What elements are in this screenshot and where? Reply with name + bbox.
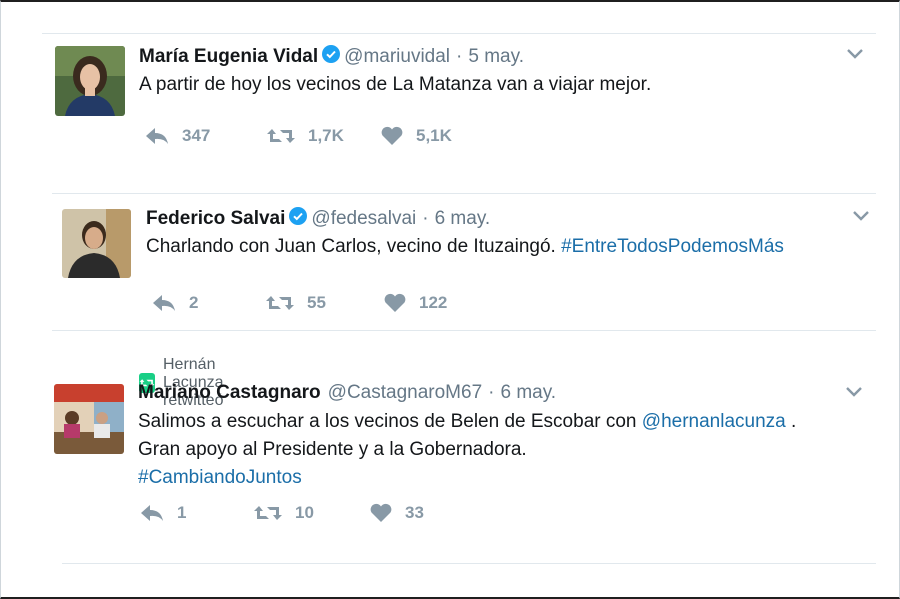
like-count: 122 — [419, 293, 448, 312]
mention-link[interactable]: @hernanlacunza — [642, 411, 786, 432]
heart-icon — [370, 503, 392, 522]
tweet-date[interactable]: 6 may. — [500, 382, 556, 404]
like-button[interactable]: 5,1K — [380, 126, 452, 146]
verified-badge-icon — [322, 45, 341, 69]
author-handle[interactable]: @CastagnaroM67 — [328, 382, 482, 404]
separator: · — [488, 382, 495, 403]
tweet-actions: 1 10 33 — [139, 503, 424, 523]
reply-button[interactable]: 2 — [151, 293, 265, 313]
tweet-text: Salimos a escuchar a los vecinos de Bele… — [138, 408, 796, 492]
author-name[interactable]: Mariano Castagnaro — [138, 382, 321, 404]
verified-badge-icon — [289, 207, 308, 231]
retweet-count: 10 — [295, 503, 314, 522]
tweet-date[interactable]: 5 may. — [468, 46, 524, 68]
timeline-divider — [52, 193, 876, 194]
avatar[interactable] — [54, 384, 124, 454]
chevron-down-icon[interactable] — [845, 385, 865, 399]
author-name[interactable]: María Eugenia Vidal — [139, 46, 318, 68]
retweet-count: 1,7K — [308, 126, 344, 145]
retweet-button[interactable]: 10 — [253, 503, 369, 523]
tweet-text-line: Gran apoyo al Presidente y a la Gobernad… — [138, 439, 527, 460]
retweet-button[interactable]: 55 — [265, 293, 383, 313]
reply-button[interactable]: 347 — [144, 126, 266, 146]
reply-icon — [141, 505, 163, 521]
like-count: 5,1K — [416, 126, 452, 145]
reply-icon — [146, 128, 168, 144]
hashtag-link[interactable]: #CambiandoJuntos — [138, 464, 796, 492]
retweet-button[interactable]: 1,7K — [266, 126, 380, 146]
reply-count: 347 — [182, 126, 211, 145]
tweet-text-plain: . — [791, 411, 797, 432]
avatar[interactable] — [62, 209, 131, 278]
chevron-down-icon[interactable] — [846, 47, 866, 61]
tweet-text: Charlando con Juan Carlos, vecino de Itu… — [146, 233, 784, 261]
tweet-header: María Eugenia Vidal @mariuvidal · 5 may. — [139, 45, 524, 69]
timeline-divider — [62, 563, 876, 564]
tweet-header: Mariano Castagnaro @CastagnaroM67 · 6 ma… — [138, 382, 556, 404]
author-handle[interactable]: @mariuvidal — [344, 46, 450, 68]
retweet-icon — [254, 506, 282, 520]
reply-count: 2 — [189, 293, 199, 312]
heart-icon — [381, 126, 403, 145]
avatar[interactable] — [55, 46, 125, 116]
timeline-divider — [42, 33, 876, 34]
timeline-divider — [52, 330, 876, 331]
like-button[interactable]: 33 — [369, 503, 424, 523]
tweet-header: Federico Salvai @fedesalvai · 6 may. — [146, 207, 490, 231]
author-name[interactable]: Federico Salvai — [146, 208, 285, 230]
tweet-actions: 347 1,7K 5,1K — [144, 126, 452, 146]
heart-icon — [384, 293, 406, 312]
tweet-text-line: Salimos a escuchar a los vecinos de Bele… — [138, 408, 796, 436]
retweet-count: 55 — [307, 293, 326, 312]
tweet-text-plain: Salimos a escuchar a los vecinos de Bele… — [138, 411, 637, 432]
like-count: 33 — [405, 503, 424, 522]
tweet-actions: 2 55 122 — [151, 293, 447, 313]
tweet-date[interactable]: 6 may. — [435, 208, 491, 230]
reply-button[interactable]: 1 — [139, 503, 253, 523]
retweet-icon — [266, 296, 294, 310]
separator: · — [422, 208, 429, 229]
reply-icon — [153, 295, 175, 311]
tweet-text-plain: Charlando con Juan Carlos, vecino de Itu… — [146, 236, 556, 257]
reply-count: 1 — [177, 503, 187, 522]
author-handle[interactable]: @fedesalvai — [311, 208, 416, 230]
hashtag-link[interactable]: #EntreTodosPodemosMás — [561, 236, 784, 257]
retweet-icon — [267, 129, 295, 143]
like-button[interactable]: 122 — [383, 293, 447, 313]
chevron-down-icon[interactable] — [852, 209, 872, 223]
tweet-text: A partir de hoy los vecinos de La Matanz… — [139, 74, 652, 95]
separator: · — [456, 46, 463, 67]
